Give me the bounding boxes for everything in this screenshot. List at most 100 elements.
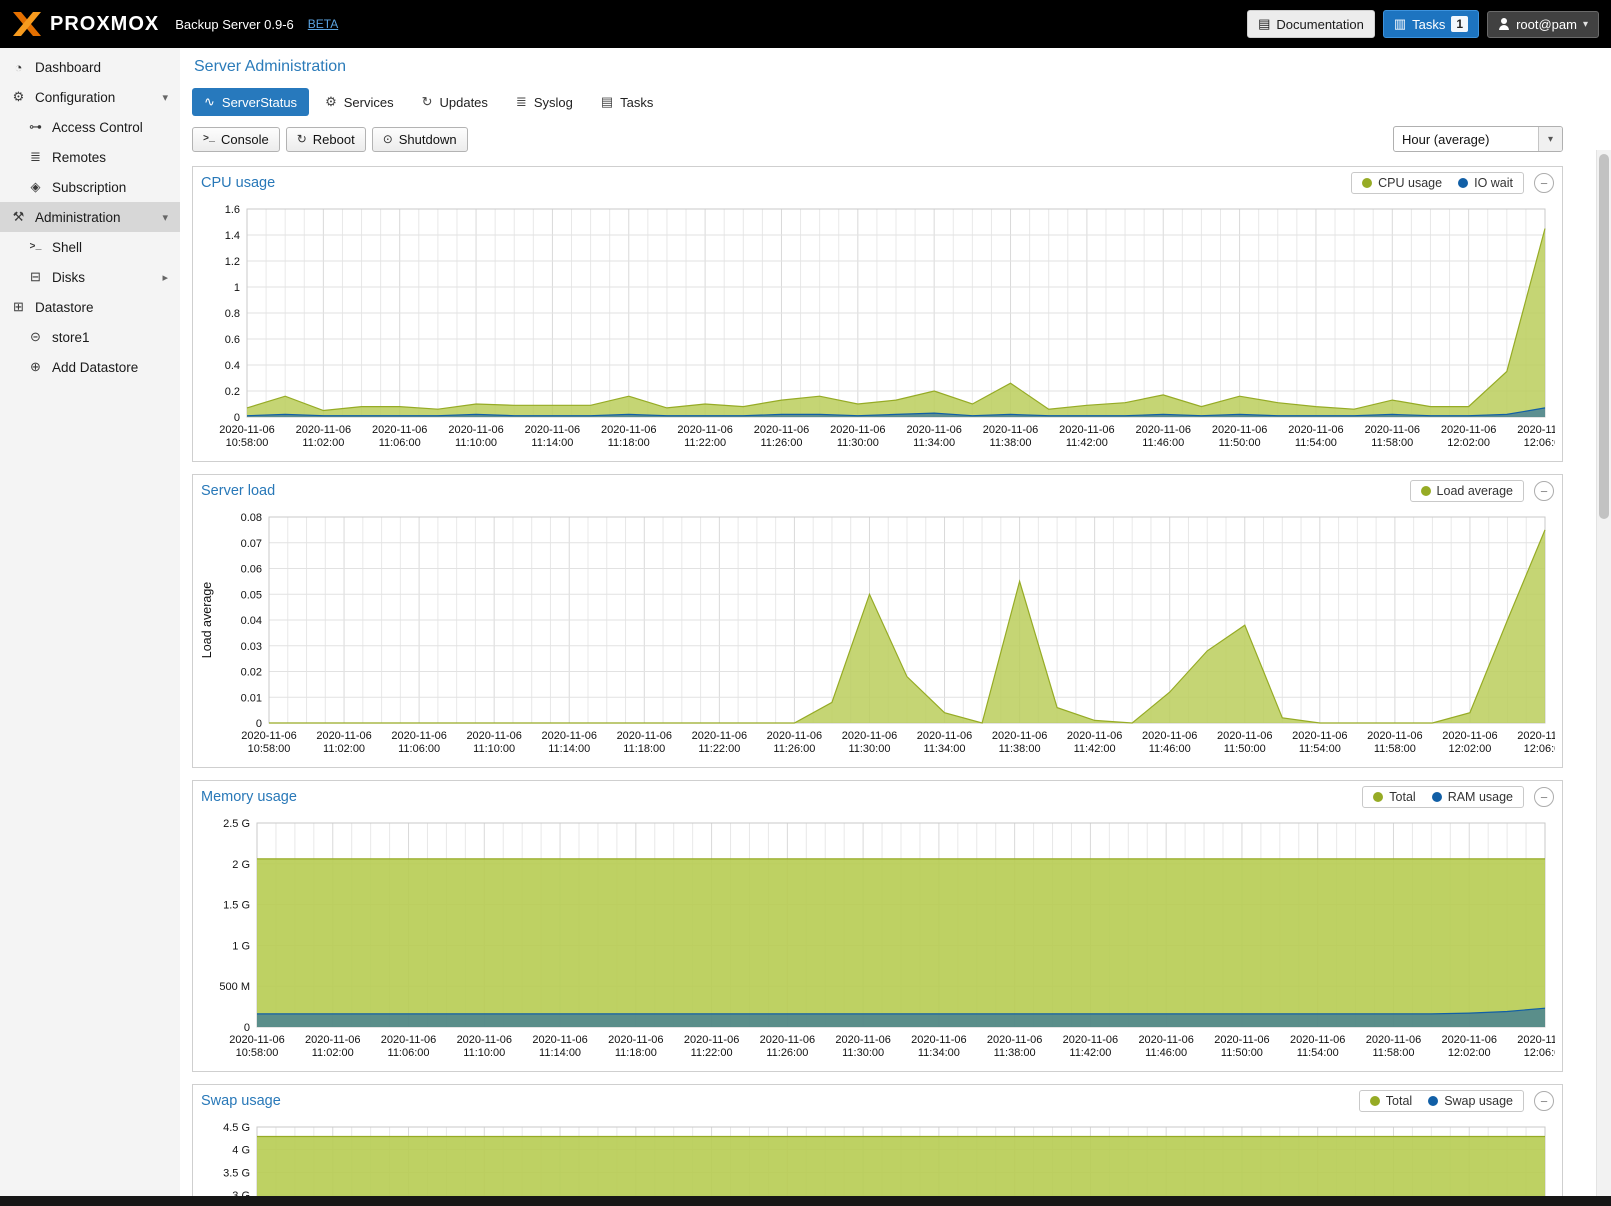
svg-text:2020-11-0611:10:00: 2020-11-0611:10:00	[448, 424, 503, 449]
svg-text:2.5 G: 2.5 G	[223, 818, 250, 830]
collapse-button[interactable]: −	[1534, 1091, 1554, 1111]
legend-dot-icon	[1370, 1096, 1380, 1106]
time-range-select[interactable]: Hour (average) ▾	[1393, 126, 1563, 152]
page-title: Server Administration	[194, 58, 1563, 76]
svg-text:0.8: 0.8	[225, 308, 240, 320]
svg-text:2020-11-0611:10:00: 2020-11-0611:10:00	[466, 730, 521, 755]
sidebar-item-administration[interactable]: ⚒ Administration ▾	[0, 202, 180, 232]
svg-text:2020-11-0611:34:00: 2020-11-0611:34:00	[917, 730, 972, 755]
swap-usage-chart: 4.5 G4 G3.5 G3 G2.5 G2 G1.5 G1 G500 M020…	[195, 1119, 1555, 1196]
svg-text:2020-11-0611:06:00: 2020-11-0611:06:00	[381, 1034, 436, 1059]
proxmox-x-icon	[12, 11, 42, 37]
panel-title: Server load	[201, 483, 275, 499]
panel-title: Swap usage	[201, 1093, 281, 1109]
legend-dot-icon	[1421, 486, 1431, 496]
svg-text:0.01: 0.01	[241, 692, 262, 704]
svg-text:2020-11-0610:58:00: 2020-11-0610:58:00	[229, 1034, 284, 1059]
svg-text:1 G: 1 G	[232, 940, 250, 952]
panel-swap-usage: Swap usage TotalSwap usage − 4.5 G4 G3.5…	[192, 1084, 1563, 1196]
sidebar-item-remotes[interactable]: ≣ Remotes	[0, 142, 180, 172]
sidebar-item-store1[interactable]: ⊝ store1	[0, 322, 180, 352]
legend-item: Total	[1373, 790, 1415, 804]
sidebar-item-dashboard[interactable]: ◔ Dashboard	[0, 52, 180, 82]
gear-icon: ⚙	[10, 89, 27, 105]
svg-text:4 G: 4 G	[232, 1145, 250, 1157]
legend-item: CPU usage	[1362, 176, 1442, 190]
tab-syslog[interactable]: ≣ Syslog	[504, 88, 585, 116]
documentation-button[interactable]: ▤ Documentation	[1247, 10, 1375, 38]
refresh-icon: ↻	[422, 94, 433, 110]
svg-text:2 G: 2 G	[232, 859, 250, 871]
chevron-down-icon: ▾	[162, 211, 168, 224]
legend: Load average	[1410, 480, 1524, 502]
key-icon: ⊶	[27, 119, 44, 135]
reboot-button[interactable]: ↻ Reboot	[286, 127, 366, 152]
gears-icon: ⚙	[325, 94, 337, 110]
svg-text:0.03: 0.03	[241, 641, 262, 653]
svg-text:0.07: 0.07	[241, 538, 262, 550]
svg-text:2020-11-0611:02:00: 2020-11-0611:02:00	[296, 424, 351, 449]
svg-text:0.02: 0.02	[241, 667, 262, 679]
user-menu-button[interactable]: root@pam ▾	[1487, 11, 1599, 38]
svg-text:2020-11-0611:26:00: 2020-11-0611:26:00	[767, 730, 822, 755]
collapse-button[interactable]: −	[1534, 481, 1554, 501]
beta-link[interactable]: BETA	[308, 17, 338, 31]
collapse-button[interactable]: −	[1534, 787, 1554, 807]
svg-text:0: 0	[244, 1022, 250, 1034]
collapse-button[interactable]: −	[1534, 173, 1554, 193]
scrollbar-thumb[interactable]	[1599, 154, 1609, 519]
panel-title: CPU usage	[201, 175, 275, 191]
svg-text:2020-11-0611:30:00: 2020-11-0611:30:00	[842, 730, 897, 755]
svg-text:2020-11-0610:58:00: 2020-11-0610:58:00	[241, 730, 296, 755]
console-button[interactable]: >_ Console	[192, 127, 280, 152]
sidebar-item-access-control[interactable]: ⊶ Access Control	[0, 112, 180, 142]
server-load-chart: 0.080.070.060.050.040.030.020.0102020-11…	[195, 509, 1555, 765]
sidebar-item-datastore[interactable]: ⊞ Datastore	[0, 292, 180, 322]
list-icon: ≣	[516, 94, 527, 110]
chevron-right-icon: ▸	[162, 271, 168, 284]
legend: TotalRAM usage	[1362, 786, 1524, 808]
chart-line-icon: ∿	[204, 94, 215, 110]
brand-name: PROXMOX	[50, 13, 159, 36]
svg-text:2020-11-0611:22:00: 2020-11-0611:22:00	[692, 730, 747, 755]
bottom-edge-bar	[0, 1196, 1611, 1206]
sidebar-item-disks[interactable]: ⊟ Disks ▸	[0, 262, 180, 292]
svg-text:2020-11-0611:54:00: 2020-11-0611:54:00	[1290, 1034, 1345, 1059]
svg-text:2020-11-0612:06:00: 2020-11-0612:06:00	[1517, 424, 1555, 449]
svg-text:0.04: 0.04	[241, 615, 262, 627]
sidebar-item-add-datastore[interactable]: ⊕ Add Datastore	[0, 352, 180, 382]
cpu-usage-chart: 1.61.41.210.80.60.40.202020-11-0610:58:0…	[195, 201, 1555, 459]
tab-updates[interactable]: ↻ Updates	[410, 88, 500, 116]
svg-text:2020-11-0611:42:00: 2020-11-0611:42:00	[1059, 424, 1114, 449]
svg-text:500 M: 500 M	[219, 981, 250, 993]
svg-text:1.6: 1.6	[225, 204, 240, 216]
tab-serverstatus[interactable]: ∿ ServerStatus	[192, 88, 309, 116]
svg-text:0.06: 0.06	[241, 564, 262, 576]
app-header: PROXMOX Backup Server 0.9-6 BETA ▤ Docum…	[0, 0, 1611, 48]
svg-text:1.2: 1.2	[225, 256, 240, 268]
shutdown-button[interactable]: ⊙ Shutdown	[372, 127, 468, 152]
user-icon	[1498, 18, 1510, 30]
tasks-button[interactable]: ▥ Tasks 1	[1383, 10, 1479, 38]
tab-tasks[interactable]: ▤ Tasks	[589, 88, 666, 116]
svg-text:2020-11-0611:54:00: 2020-11-0611:54:00	[1288, 424, 1343, 449]
svg-text:2020-11-0611:10:00: 2020-11-0611:10:00	[457, 1034, 512, 1059]
svg-text:2020-11-0611:38:00: 2020-11-0611:38:00	[992, 730, 1047, 755]
svg-text:2020-11-0610:58:00: 2020-11-0610:58:00	[219, 424, 274, 449]
tab-services[interactable]: ⚙ Services	[313, 88, 406, 116]
legend-item: Total	[1370, 1094, 1412, 1108]
panel-memory-usage: Memory usage TotalRAM usage − 2.5 G2 G1.…	[192, 780, 1563, 1072]
chevron-down-icon: ▾	[1538, 127, 1562, 151]
svg-text:2020-11-0611:46:00: 2020-11-0611:46:00	[1138, 1034, 1193, 1059]
sidebar-item-subscription[interactable]: ◈ Subscription	[0, 172, 180, 202]
legend-dot-icon	[1362, 178, 1372, 188]
svg-text:2020-11-0611:38:00: 2020-11-0611:38:00	[983, 424, 1038, 449]
sidebar-item-shell[interactable]: >_ Shell	[0, 232, 180, 262]
tasks-list-icon: ▤	[601, 94, 613, 110]
legend-item: Load average	[1421, 484, 1513, 498]
legend: CPU usageIO wait	[1351, 172, 1524, 194]
svg-text:0.05: 0.05	[241, 589, 262, 601]
book-icon: ▤	[1258, 16, 1270, 32]
sidebar-item-configuration[interactable]: ⚙ Configuration ▾	[0, 82, 180, 112]
svg-text:0.08: 0.08	[241, 512, 262, 524]
